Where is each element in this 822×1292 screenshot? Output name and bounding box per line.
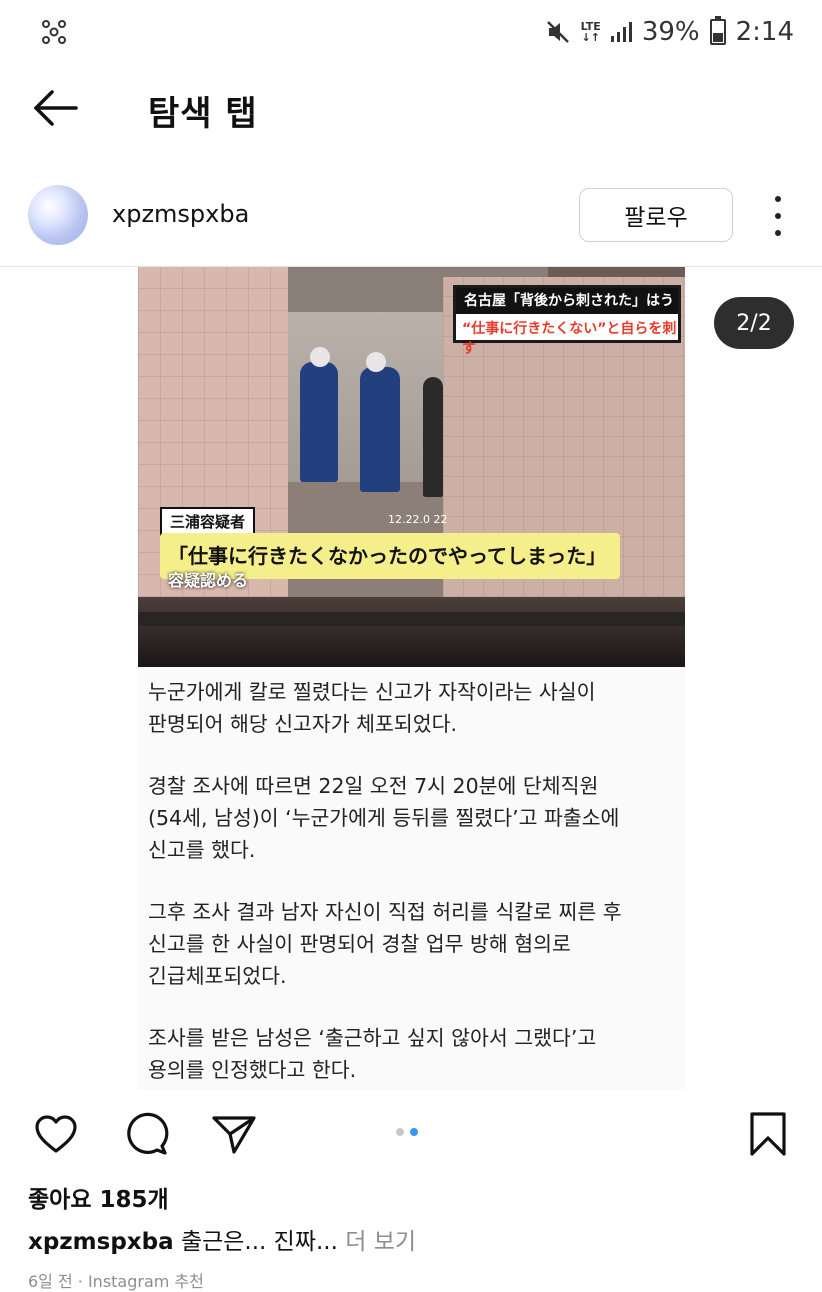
article-line: 누군가에게 칼로 찔렸다는 신고가 자작이라는 사실이 [148, 680, 596, 704]
post-header: xpzmspxba 팔로우 [0, 178, 822, 264]
status-bar: LTE ↓↑ 39% 2:14 [0, 0, 822, 64]
caption-more-link[interactable]: 더 보기 [345, 1229, 416, 1255]
page-counter-badge: 2/2 [714, 297, 794, 349]
article-line: (54세, 남성)이 ‘누군가에게 등뒤를 찔렸다’고 파출소에 [148, 806, 620, 830]
bookmark-icon[interactable] [744, 1110, 792, 1158]
mute-icon [546, 21, 569, 43]
article-text: 누군가에게 칼로 찔렸다는 신고가 자작이라는 사실이 판명되어 해당 신고자가… [138, 667, 685, 1090]
news-photo: 名古屋「背後から刺された」はうそ “仕事に行きたくない”と自らを刺す 12.22… [138, 267, 685, 667]
carousel-dot-active [410, 1128, 418, 1136]
article-line: 긴급체포되었다. [148, 964, 287, 988]
battery-icon [709, 16, 726, 45]
avatar[interactable] [28, 185, 88, 245]
photo-subcaption: 容疑認める [168, 571, 249, 590]
page-title: 탐색 탭 [148, 94, 258, 134]
post-actions [0, 1100, 822, 1170]
carousel-dot [396, 1128, 404, 1136]
caption-text: 출근은... 진짜... [180, 1229, 338, 1255]
article-line: 용의를 인정했다고 한다. [148, 1058, 357, 1082]
photo-timestamp: 12.22.0 22 [388, 513, 448, 526]
post-timestamp: 6일 전 · Instagram 추천 [28, 1272, 204, 1291]
article-line: 그후 조사 결과 남자 자신이 직접 허리를 식칼로 찌른 후 [148, 900, 622, 924]
back-arrow-icon[interactable] [30, 88, 80, 128]
heart-icon[interactable] [32, 1110, 80, 1158]
comment-icon[interactable] [122, 1110, 170, 1158]
likes-count[interactable]: 좋아요 185개 [28, 1180, 169, 1214]
send-icon[interactable] [210, 1110, 258, 1158]
photo-tag: 三浦容疑者 [160, 507, 256, 536]
article-line: 판명되어 해당 신고자가 체포되었다. [148, 712, 457, 736]
article-line: 신고를 했다. [148, 838, 256, 862]
signal-icon [610, 22, 632, 42]
lte-icon: LTE ↓↑ [580, 20, 601, 44]
follow-button[interactable]: 팔로우 [579, 188, 733, 242]
article-line: 신고를 한 사실이 판명되어 경찰 업무 방해 혐의로 [148, 932, 571, 956]
app-notification-icon [42, 20, 66, 44]
post-media[interactable]: 名古屋「背後から刺された」はうそ “仕事に行きたくない”と自らを刺す 12.22… [0, 267, 822, 1090]
caption-username[interactable]: xpzmspxba [28, 1229, 174, 1255]
clock: 2:14 [735, 17, 794, 47]
carousel-dots [396, 1128, 418, 1136]
caption: xpzmspxba 출근은... 진짜... 더 보기 [28, 1222, 416, 1256]
article-line: 경찰 조사에 따르면 22일 오전 7시 20분에 단체직원 [148, 774, 599, 798]
photo-headline: 名古屋「背後から刺された」はうそ “仕事に行きたくない”と自らを刺す [453, 285, 681, 357]
more-vertical-icon[interactable] [768, 196, 788, 236]
battery-percent: 39% [641, 17, 700, 47]
post-username[interactable]: xpzmspxba [112, 200, 249, 228]
app-bar: 탐색 탭 [0, 64, 822, 152]
article-line: 조사를 받은 남성은 ‘출근하고 싶지 않아서 그랬다’고 [148, 1026, 597, 1050]
